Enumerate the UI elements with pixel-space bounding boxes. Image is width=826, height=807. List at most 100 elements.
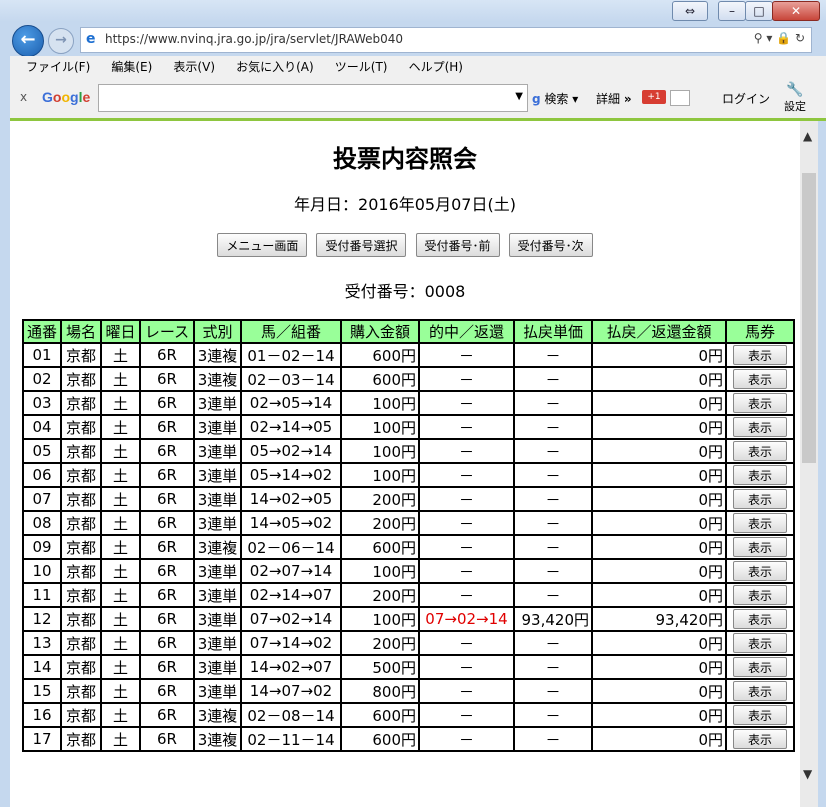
forward-button[interactable]: → bbox=[48, 28, 74, 54]
table-cell: 6R bbox=[139, 534, 195, 560]
google-search-input[interactable]: ▼ bbox=[98, 84, 528, 112]
address-tools[interactable]: ⚲ ▾ 🔒 ↻ bbox=[754, 31, 805, 45]
table-cell: 02→07→14 bbox=[240, 558, 342, 584]
menu-bar: ファイル(F) 編集(E) 表示(V) お気に入り(A) ツール(T) ヘルプ(… bbox=[10, 56, 826, 78]
scroll-down-icon[interactable]: ▼ bbox=[803, 767, 812, 781]
table-row: 11 京都土 6R 3連単 02→14→07 200円－－ 0円 表示 bbox=[22, 582, 795, 608]
menu-screen-button[interactable]: メニュー画面 bbox=[217, 233, 308, 257]
menu-tools[interactable]: ツール(T) bbox=[335, 56, 388, 78]
table-cell: 13 bbox=[22, 630, 62, 656]
close-button[interactable]: ✕ bbox=[772, 1, 820, 21]
table-row: 14 京都土 6R 3連単 14→02→07 500円－－ 0円 表示 bbox=[22, 654, 795, 680]
table-cell: 3連複 bbox=[193, 702, 242, 728]
ticket-cell: 表示 bbox=[725, 558, 795, 584]
google-g-icon: g bbox=[532, 92, 541, 106]
table-cell: 0円 bbox=[591, 462, 727, 488]
table-cell: 15 bbox=[22, 678, 62, 704]
table-cell: 3連単 bbox=[193, 630, 242, 656]
show-ticket-button[interactable]: 表示 bbox=[733, 609, 787, 629]
show-ticket-button[interactable]: 表示 bbox=[733, 561, 787, 581]
table-cell: 3連単 bbox=[193, 486, 242, 512]
login-link[interactable]: ログイン bbox=[722, 90, 770, 107]
prev-receipt-button[interactable]: 受付番号･前 bbox=[415, 233, 500, 257]
ticket-cell: 表示 bbox=[725, 582, 795, 608]
show-ticket-button[interactable]: 表示 bbox=[733, 513, 787, 533]
gplus-button[interactable]: +1 bbox=[642, 90, 666, 104]
table-cell: 土 bbox=[100, 654, 141, 680]
table-cell: 6R bbox=[139, 630, 195, 656]
table-cell: 土 bbox=[100, 558, 141, 584]
menu-favorites[interactable]: お気に入り(A) bbox=[236, 56, 314, 78]
table-cell: 京都 bbox=[60, 606, 102, 632]
column-header: 払戻単価 bbox=[513, 319, 593, 344]
show-ticket-button[interactable]: 表示 bbox=[733, 417, 787, 437]
lock-icon[interactable]: 🔒 bbox=[776, 31, 791, 45]
select-receipt-button[interactable]: 受付番号選択 bbox=[316, 233, 407, 257]
show-ticket-button[interactable]: 表示 bbox=[733, 441, 787, 461]
table-cell: 02－11－14 bbox=[240, 726, 342, 752]
table-row: 01 京都土 6R 3連複 01－02－14 600円－－ 0円 表示 bbox=[22, 342, 795, 368]
table-cell: 600円 bbox=[340, 702, 420, 728]
menu-view[interactable]: 表示(V) bbox=[173, 56, 215, 78]
table-cell: 0円 bbox=[591, 630, 727, 656]
menu-edit[interactable]: 編集(E) bbox=[111, 56, 152, 78]
table-cell: － bbox=[418, 438, 515, 464]
show-ticket-button[interactable]: 表示 bbox=[733, 729, 787, 749]
table-cell: 200円 bbox=[340, 486, 420, 512]
show-ticket-button[interactable]: 表示 bbox=[733, 393, 787, 413]
restore-icon[interactable]: ⇔ bbox=[672, 1, 708, 21]
vertical-scrollbar[interactable]: ▲ ▼ bbox=[800, 121, 818, 807]
column-header: 通番 bbox=[22, 319, 62, 344]
table-cell: 京都 bbox=[60, 702, 102, 728]
table-cell: 02－03－14 bbox=[240, 366, 342, 392]
table-row: 02 京都土 6R 3連複 02－03－14 600円－－ 0円 表示 bbox=[22, 366, 795, 392]
show-ticket-button[interactable]: 表示 bbox=[733, 681, 787, 701]
table-cell: 100円 bbox=[340, 438, 420, 464]
table-row: 16 京都土 6R 3連複 02－08－14 600円－－ 0円 表示 bbox=[22, 702, 795, 728]
show-ticket-button[interactable]: 表示 bbox=[733, 369, 787, 389]
show-ticket-button[interactable]: 表示 bbox=[733, 537, 787, 557]
table-row: 13 京都土 6R 3連単 07→14→02 200円－－ 0円 表示 bbox=[22, 630, 795, 656]
minimize-button[interactable]: – bbox=[718, 1, 746, 21]
scroll-up-icon[interactable]: ▲ bbox=[803, 129, 812, 143]
show-ticket-button[interactable]: 表示 bbox=[733, 465, 787, 485]
menu-help[interactable]: ヘルプ(H) bbox=[409, 56, 463, 78]
address-bar[interactable]: e https://www.nvinq.jra.go.jp/jra/servle… bbox=[80, 27, 812, 53]
show-ticket-button[interactable]: 表示 bbox=[733, 489, 787, 509]
table-cell: 3連複 bbox=[193, 726, 242, 752]
table-cell: － bbox=[513, 438, 593, 464]
table-cell: 京都 bbox=[60, 486, 102, 512]
ticket-cell: 表示 bbox=[725, 342, 795, 368]
table-cell: 3連複 bbox=[193, 534, 242, 560]
table-cell: 07 bbox=[22, 486, 62, 512]
table-cell: 6R bbox=[139, 702, 195, 728]
next-receipt-button[interactable]: 受付番号･次 bbox=[508, 233, 593, 257]
table-cell: 100円 bbox=[340, 390, 420, 416]
toolbar-close-icon[interactable]: x bbox=[20, 90, 27, 104]
table-row: 04 京都土 6R 3連単 02→14→05 100円－－ 0円 表示 bbox=[22, 414, 795, 440]
table-cell: 京都 bbox=[60, 390, 102, 416]
table-cell: 0円 bbox=[591, 678, 727, 704]
show-ticket-button[interactable]: 表示 bbox=[733, 345, 787, 365]
table-cell: 100円 bbox=[340, 558, 420, 584]
maximize-button[interactable]: □ bbox=[745, 1, 773, 21]
table-cell: 0円 bbox=[591, 438, 727, 464]
detail-button[interactable]: 詳細 » bbox=[596, 90, 632, 107]
search-button[interactable]: g 検索 ▾ bbox=[532, 90, 578, 107]
show-ticket-button[interactable]: 表示 bbox=[733, 705, 787, 725]
table-cell: 02 bbox=[22, 366, 62, 392]
back-button[interactable]: ← bbox=[12, 25, 44, 57]
dropdown-icon[interactable]: ▼ bbox=[515, 91, 523, 102]
search-icon[interactable]: ⚲ bbox=[754, 31, 763, 45]
scroll-thumb[interactable] bbox=[802, 173, 816, 463]
settings-button[interactable]: 🔧 設定 bbox=[782, 82, 808, 114]
show-ticket-button[interactable]: 表示 bbox=[733, 585, 787, 605]
show-ticket-button[interactable]: 表示 bbox=[733, 657, 787, 677]
refresh-icon[interactable]: ↻ bbox=[795, 31, 805, 45]
show-ticket-button[interactable]: 表示 bbox=[733, 633, 787, 653]
table-cell: 100円 bbox=[340, 414, 420, 440]
table-cell: 600円 bbox=[340, 534, 420, 560]
table-cell: 0円 bbox=[591, 390, 727, 416]
table-cell: 6R bbox=[139, 678, 195, 704]
menu-file[interactable]: ファイル(F) bbox=[26, 56, 90, 78]
